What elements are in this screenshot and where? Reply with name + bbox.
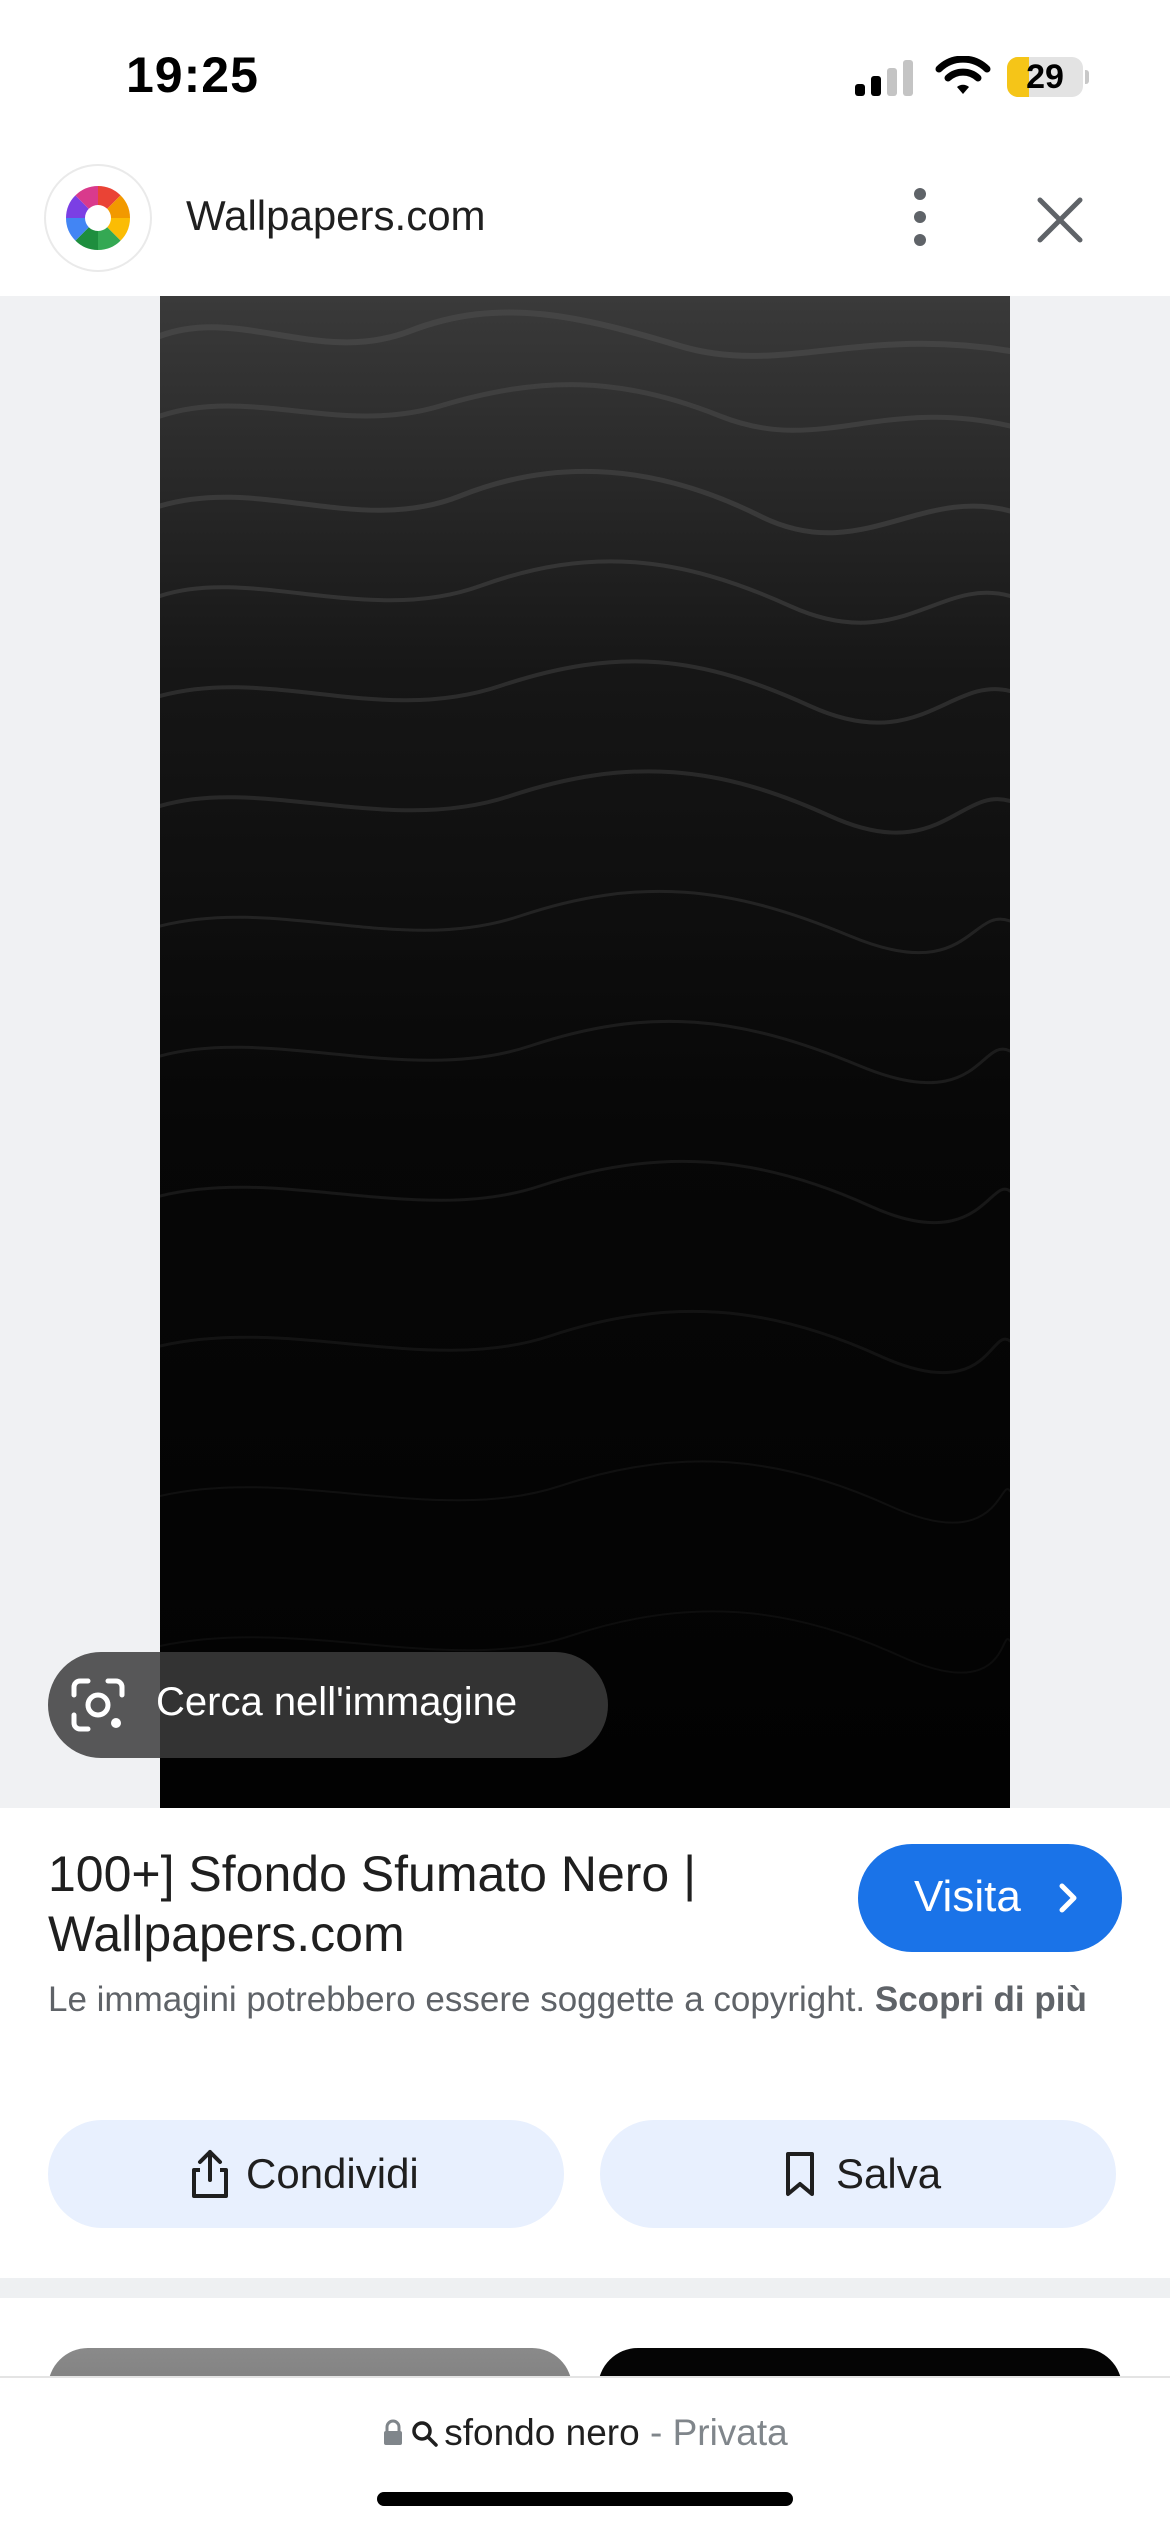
page-header: Wallpapers.com — [0, 150, 1170, 296]
bookmark-icon — [776, 2146, 824, 2202]
section-divider — [0, 2278, 1170, 2298]
learn-more-link[interactable]: Scopri di più — [875, 1980, 1087, 2019]
search-query-line[interactable]: sfondo nero - Privata — [0, 2412, 1170, 2454]
save-button[interactable]: Salva — [600, 2120, 1116, 2228]
battery-icon: 29 — [1007, 57, 1089, 97]
share-button[interactable]: Condividi — [48, 2120, 564, 2228]
google-lens-icon — [68, 1675, 128, 1735]
image-viewer: Cerca nell'immagine — [0, 296, 1170, 1808]
related-image-thumbnail[interactable] — [48, 2348, 572, 2376]
home-indicator[interactable] — [377, 2492, 793, 2506]
cellular-signal-icon — [855, 60, 915, 96]
bottom-address-bar[interactable]: sfondo nero - Privata — [0, 2376, 1170, 2532]
search-query: sfondo nero — [444, 2412, 640, 2453]
save-label: Salva — [836, 2150, 942, 2197]
visit-button[interactable]: Visita — [858, 1844, 1122, 1952]
more-vert-icon[interactable] — [900, 182, 940, 252]
status-bar: 19:25 29 — [0, 0, 1170, 150]
search-in-image-label: Cerca nell'immagine — [156, 1680, 518, 1724]
battery-level: 29 — [1026, 58, 1064, 96]
wallpaper-image[interactable] — [160, 296, 1010, 1808]
related-images — [0, 2298, 1170, 2376]
share-icon — [186, 2146, 234, 2202]
close-icon[interactable] — [1030, 190, 1090, 250]
result-title[interactable]: 100+] Sfondo Sfumato Nero | Wallpapers.c… — [48, 1844, 828, 1964]
lock-icon — [382, 2414, 404, 2445]
related-image-thumbnail[interactable] — [598, 2348, 1122, 2376]
privacy-label: Privata — [672, 2412, 788, 2453]
status-time: 19:25 — [126, 47, 259, 103]
color-wheel-icon — [46, 166, 150, 270]
share-label: Condividi — [246, 2150, 419, 2197]
wifi-icon — [935, 55, 991, 96]
visit-label: Visita — [914, 1872, 1021, 1921]
search-in-image-button[interactable]: Cerca nell'immagine — [48, 1652, 608, 1758]
copyright-notice: Le immagini potrebbero essere soggette a… — [48, 1976, 1128, 2024]
search-icon — [410, 2416, 440, 2447]
result-info: 100+] Sfondo Sfumato Nero | Wallpapers.c… — [0, 1808, 1170, 2278]
site-name[interactable]: Wallpapers.com — [186, 192, 486, 240]
separator: - — [649, 2412, 663, 2453]
copyright-text: Le immagini potrebbero essere soggette a… — [48, 1980, 866, 2019]
chevron-right-icon — [1054, 1880, 1082, 1916]
